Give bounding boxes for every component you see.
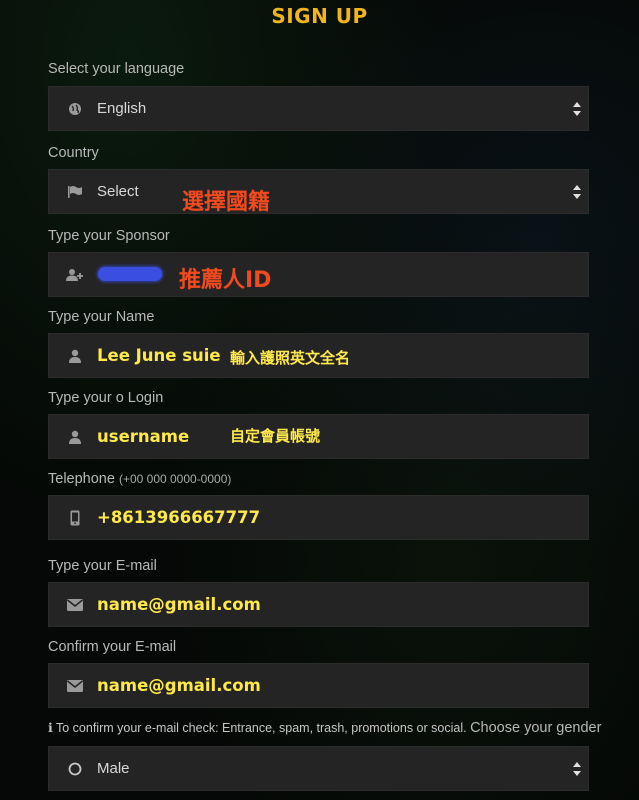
add-user-icon xyxy=(66,266,84,284)
select-arrows-icon xyxy=(573,102,581,116)
redacted-sponsor-id xyxy=(98,267,162,281)
telephone-value: +8613966667777 xyxy=(97,508,261,527)
email-input[interactable]: name@gmail.com xyxy=(48,582,589,627)
language-label: Select your language xyxy=(48,61,185,77)
login-value: username xyxy=(97,427,190,446)
confirm-email-input[interactable]: name@gmail.com xyxy=(48,663,589,708)
sponsor-annotation: 推薦人ID xyxy=(179,268,272,293)
sponsor-label: Type your Sponsor xyxy=(48,228,170,244)
globe-icon xyxy=(66,100,84,118)
email-value: name@gmail.com xyxy=(97,595,261,614)
envelope-icon xyxy=(66,677,84,695)
login-annotation: 自定會員帳號 xyxy=(230,427,321,445)
name-label: Type your Name xyxy=(48,309,155,325)
country-annotation: 選擇國籍 xyxy=(182,190,271,215)
mobile-phone-icon xyxy=(66,509,84,527)
gender-value: Male xyxy=(97,760,130,777)
country-value: Select xyxy=(97,183,139,200)
info-icon: ℹ xyxy=(48,721,53,735)
country-select[interactable]: Select xyxy=(48,169,589,214)
gender-label: Choose your gender xyxy=(470,720,602,736)
confirm-email-label: Confirm your E-mail xyxy=(48,639,177,655)
telephone-input[interactable]: +8613966667777 xyxy=(48,495,589,540)
confirm-email-value: name@gmail.com xyxy=(97,676,261,695)
user-icon xyxy=(66,428,84,446)
email-note: ℹ To confirm your e-mail check: Entrance… xyxy=(48,720,601,736)
envelope-icon xyxy=(66,596,84,614)
select-arrows-icon xyxy=(573,762,581,776)
user-icon xyxy=(66,347,84,365)
email-note-text: To confirm your e-mail check: Entrance, … xyxy=(56,721,467,735)
telephone-hint: (+00 000 0000-0000) xyxy=(118,472,232,486)
email-label: Type your E-mail xyxy=(48,558,157,574)
login-label: Type your o Login xyxy=(48,390,164,406)
page-title: SIGN UP xyxy=(271,4,368,28)
language-select[interactable]: English xyxy=(48,86,589,131)
telephone-label: Telephone (+00 000 0000-0000) xyxy=(48,471,232,487)
select-arrows-icon xyxy=(573,185,581,199)
language-value: English xyxy=(97,100,147,117)
sponsor-input[interactable] xyxy=(48,252,589,297)
name-annotation: 輸入護照英文全名 xyxy=(230,349,351,367)
flag-icon xyxy=(66,183,84,201)
gender-select[interactable]: Male xyxy=(48,746,589,791)
circle-icon xyxy=(66,760,84,778)
country-label: Country xyxy=(48,145,99,161)
name-value: Lee June suie xyxy=(97,346,221,365)
